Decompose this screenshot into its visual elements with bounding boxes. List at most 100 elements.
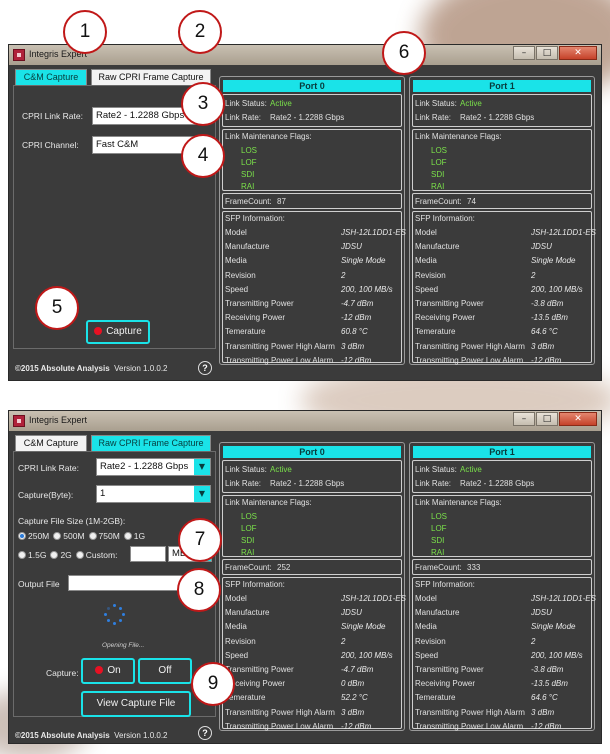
callout-5: 5 (35, 286, 79, 330)
sfp-key: Transmitting Power Low Alarm (225, 721, 334, 731)
sfp-title: SFP Information: (415, 580, 475, 589)
tab-cm-capture[interactable]: C&M Capture (15, 69, 87, 85)
raw-capture-window: Integris Expert – □ ✕ C&M Capture Raw CP… (8, 410, 602, 744)
radio-icon (88, 532, 97, 540)
view-capture-file-button[interactable]: View Capture File (81, 691, 191, 717)
option-label: 2G (60, 550, 72, 560)
flag-0: LOS (241, 512, 258, 521)
off-button-label: Off (158, 665, 172, 676)
link-rate-value: Rate2 - 1.2288 Gbps (270, 113, 345, 122)
option-label: 1G (133, 531, 146, 541)
sfp-value: JDSU (341, 608, 362, 618)
sfp-value: -4.7 dBm (341, 299, 374, 308)
option-label: 500M (63, 531, 85, 541)
sfp-key: Media (225, 622, 247, 632)
cpri-channel-value: Fast C&M (96, 139, 139, 150)
sfp-value: 3 dBm (531, 707, 555, 717)
sfp-title: SFP Information: (225, 580, 285, 589)
sfp-key: Model (225, 594, 247, 603)
sfp-key: Transmitting Power (225, 299, 294, 308)
minimize-button[interactable]: – (513, 46, 535, 60)
sfp-key: Temerature (225, 327, 266, 337)
close-button[interactable]: ✕ (559, 412, 597, 426)
capture-button[interactable]: Capture (86, 320, 150, 344)
sfp-value: 52.2 °C (341, 693, 368, 703)
sfp-key: Speed (225, 284, 249, 294)
sfp-key: Revision (225, 270, 256, 280)
flag-0: LOS (431, 146, 448, 155)
capture-bytes-select[interactable]: 1 ▼ (96, 485, 211, 503)
sfp-value: -12 dBm (531, 721, 562, 731)
file-size-option[interactable]: 500M (53, 531, 85, 541)
link-status-label: Link Status: (415, 99, 457, 108)
sfp-title: SFP Information: (225, 214, 285, 223)
flag-2: SDI (241, 170, 255, 179)
help-button[interactable]: ? (198, 361, 212, 375)
close-button[interactable]: ✕ (559, 46, 597, 60)
file-size-option[interactable]: 250M (18, 531, 49, 541)
sfp-key: Manufacture (225, 608, 270, 618)
custom-size-input[interactable] (130, 546, 166, 562)
link-rate-value: Rate2 - 1.2288 Gbps (460, 479, 535, 488)
flag-0: LOS (431, 512, 448, 521)
sfp-key: Manufacture (415, 242, 460, 252)
sfp-key: Model (415, 594, 437, 603)
callout-6: 6 (382, 31, 426, 75)
sfp-value: 200, 100 MB/s (531, 650, 583, 660)
minimize-button[interactable]: – (513, 412, 535, 426)
capture-on-button[interactable]: On (81, 658, 135, 684)
port-title: Port 0 (223, 80, 401, 92)
sfp-value: 2 (341, 636, 346, 646)
callout-3: 3 (181, 82, 225, 126)
link-rate-value: Rate2 - 1.2288 Gbps (270, 479, 345, 488)
file-size-option[interactable]: 1G (123, 531, 146, 541)
link-status-value: Active (270, 99, 292, 108)
sfp-value: Single Mode (341, 256, 386, 266)
sfp-value: 3 dBm (341, 707, 365, 717)
sfp-key: Manufacture (415, 608, 460, 618)
file-size-options-row-2: 1.5G 2G Custom: (18, 550, 121, 560)
tab-cm-capture[interactable]: C&M Capture (15, 435, 87, 451)
sfp-key: Media (225, 256, 247, 266)
capture-off-button[interactable]: Off (138, 658, 192, 684)
port-title: Port 0 (223, 446, 401, 458)
framecount-label: FrameCount: (225, 563, 272, 572)
file-size-option[interactable]: 750M (88, 531, 120, 541)
chevron-down-icon[interactable]: ▼ (194, 459, 210, 475)
sfp-value: -3.8 dBm (531, 665, 564, 674)
record-dot-icon (95, 666, 104, 674)
cpri-link-rate-select[interactable]: Rate2 - 1.2288 Gbps ▼ (96, 458, 211, 476)
sfp-key: Temerature (415, 327, 456, 337)
sfp-key: Revision (225, 636, 256, 646)
tab-raw-cpri-frame-capture[interactable]: Raw CPRI Frame Capture (91, 435, 211, 451)
flag-2: SDI (431, 170, 445, 179)
link-maintenance-flags-box: Link Maintenance Flags: LOS LOF SDI RAI (222, 495, 402, 557)
footer-info: ©2015 Absolute Analysis Version 1.0.0.2 (15, 731, 168, 740)
port-title: Port 1 (413, 80, 591, 92)
file-size-option[interactable]: 1.5G (18, 550, 46, 560)
app-icon (13, 49, 25, 61)
link-status-value: Active (460, 465, 482, 474)
tab-raw-cpri-frame-capture[interactable]: Raw CPRI Frame Capture (91, 69, 211, 85)
sfp-key: Model (415, 228, 437, 237)
sfp-value: -13.5 dBm (531, 313, 568, 323)
chevron-down-icon[interactable]: ▼ (194, 486, 210, 502)
framecount-label: FrameCount: (225, 197, 272, 206)
sfp-value: -3.8 dBm (531, 299, 564, 308)
maximize-button[interactable]: □ (536, 46, 558, 60)
file-size-option[interactable]: Custom: (75, 550, 117, 560)
file-size-option[interactable]: 2G (50, 550, 72, 560)
window-title: Integris Expert (29, 415, 88, 425)
sfp-value: JSH-12L1DD1-ES (341, 228, 406, 237)
link-info-box: Link Status: Active Link Rate: Rate2 - 1.22… (412, 460, 592, 493)
framecount-box: FrameCount: 74 (412, 193, 592, 209)
sfp-value: 200, 100 MB/s (341, 650, 393, 660)
maximize-button[interactable]: □ (536, 412, 558, 426)
port1-panel: Port 1 Link Status: Active Link Rate: Rate2 … (409, 442, 596, 731)
copyright-text: ©2015 Absolute Analysis (15, 731, 110, 740)
sfp-value: JDSU (531, 608, 552, 618)
title-bar[interactable]: Integris Expert – □ ✕ (9, 411, 601, 431)
port0-panel: Port 0 Link Status: Active Link Rate: Rate2 … (219, 442, 406, 731)
capture-bytes-label: Capture(Byte): (18, 490, 74, 500)
help-button[interactable]: ? (198, 726, 212, 740)
